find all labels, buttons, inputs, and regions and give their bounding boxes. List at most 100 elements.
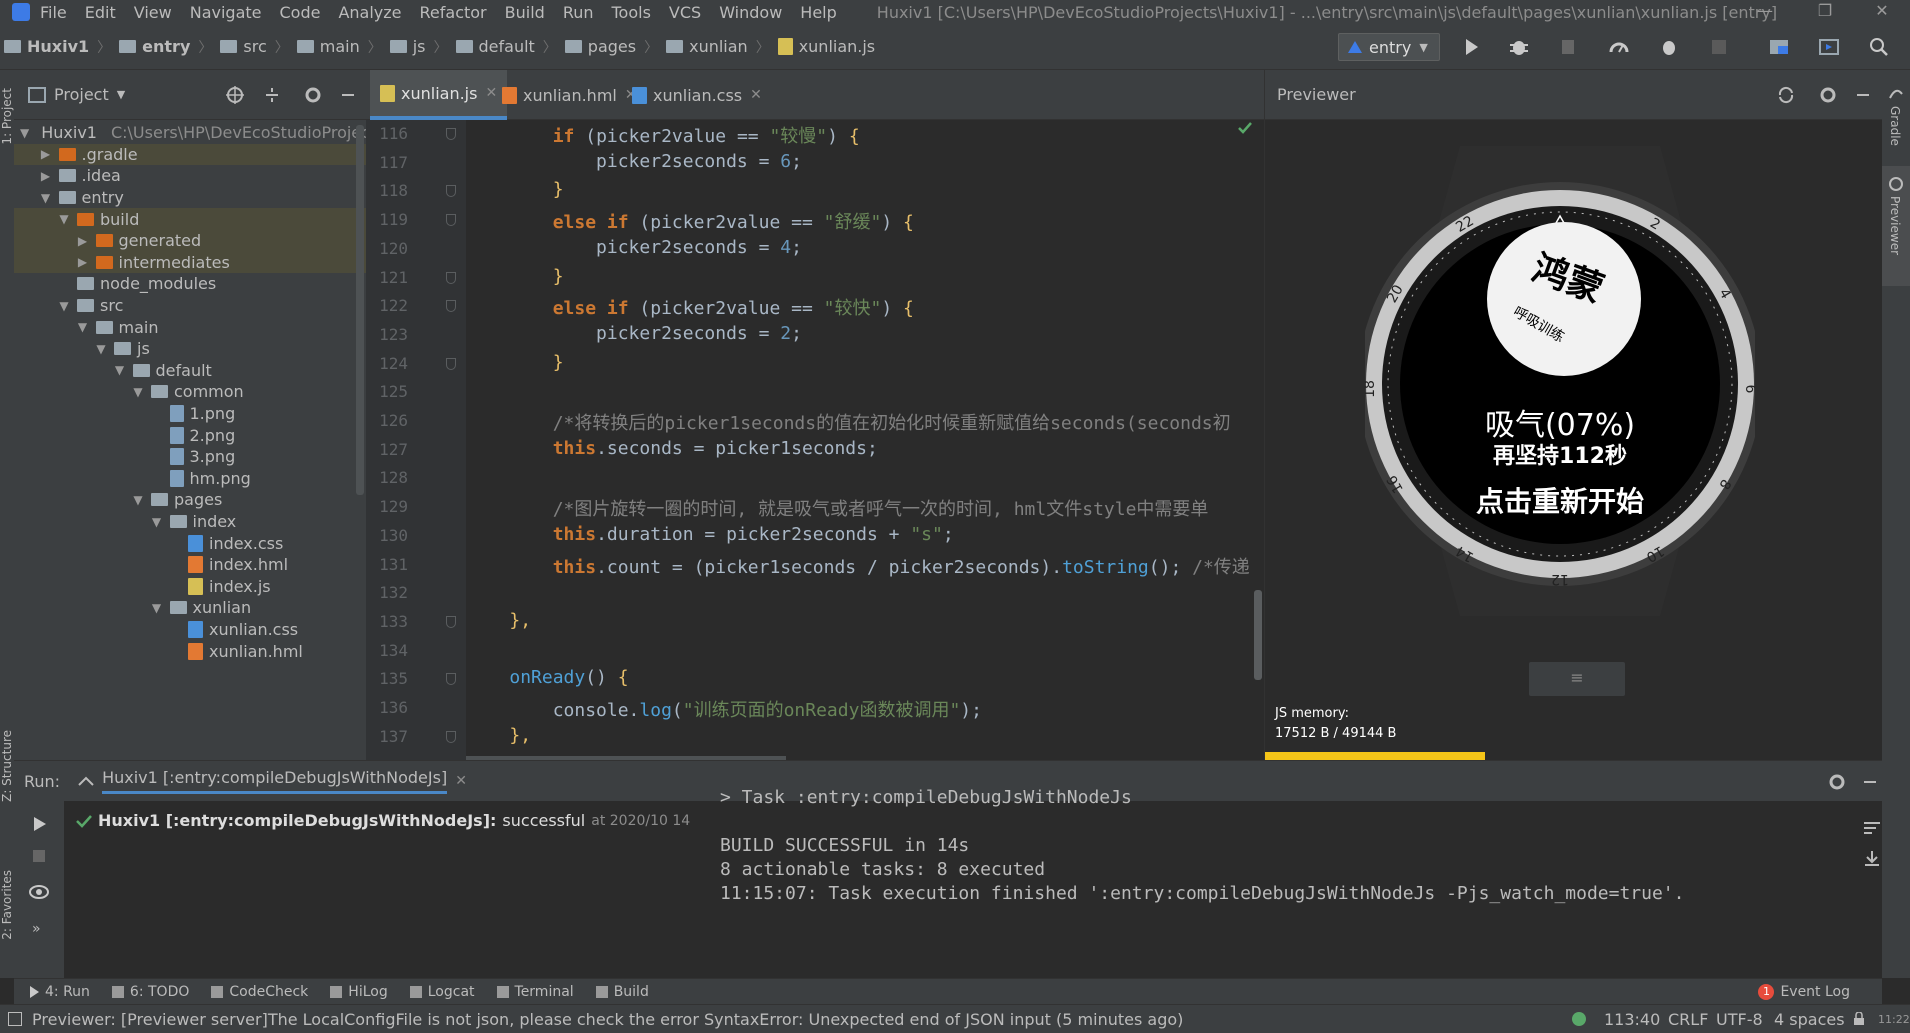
tree-item[interactable]: ▼ js <box>14 338 366 360</box>
previewer-tool-tab[interactable]: Previewer <box>1888 196 1902 255</box>
tree-item[interactable]: index.js <box>14 576 366 598</box>
minimize-button[interactable]: — <box>1745 0 1785 24</box>
code-editor[interactable]: if (picker2value == "较慢") { picker2secon… <box>466 120 1264 760</box>
menu-file[interactable]: File <box>40 3 67 22</box>
expanded-arrow-icon[interactable]: ▼ <box>20 126 29 140</box>
tree-item[interactable]: ▶ .gradle <box>14 143 366 166</box>
fold-marker-icon[interactable] <box>446 615 456 628</box>
tree-item[interactable]: node_modules <box>14 273 366 295</box>
task-row[interactable]: Huxiv1 [:entry:compileDebugJsWithNodeJs]… <box>76 811 758 830</box>
chevron-down-icon[interactable]: ▼ <box>117 88 125 101</box>
breadcrumb-item[interactable]: xunlian.js <box>777 37 875 56</box>
stop-icon[interactable] <box>1708 36 1730 58</box>
tree-item[interactable]: ▶ generated <box>14 230 366 252</box>
menu-tools[interactable]: Tools <box>612 3 651 22</box>
close-tab-icon[interactable]: ✕ <box>455 773 467 789</box>
run-icon[interactable] <box>1460 36 1482 58</box>
expanded-arrow-icon[interactable]: ▼ <box>113 363 127 377</box>
tree-item[interactable]: ▶ intermediates <box>14 251 366 274</box>
collapsed-arrow-icon[interactable]: ▶ <box>76 255 90 269</box>
editor-vertical-scrollbar[interactable] <box>1254 590 1262 680</box>
tree-item[interactable]: ▼ pages <box>14 489 366 511</box>
expanded-arrow-icon[interactable]: ▼ <box>131 493 145 507</box>
expanded-arrow-icon[interactable]: ▼ <box>76 320 90 334</box>
tool-tab-build[interactable]: Build <box>595 984 649 1000</box>
expanded-arrow-icon[interactable]: ▼ <box>57 299 71 313</box>
tree-item[interactable]: 2.png <box>14 424 366 446</box>
menu-refactor[interactable]: Refactor <box>420 3 487 22</box>
breadcrumb-item[interactable]: xunlian <box>666 37 748 56</box>
collapsed-arrow-icon[interactable]: ▶ <box>39 169 53 183</box>
tool-tab-hilog[interactable]: HiLog <box>330 984 388 1000</box>
lock-icon[interactable] <box>1852 1012 1866 1026</box>
gear-icon[interactable] <box>1819 86 1837 104</box>
tree-item[interactable]: hm.png <box>14 468 366 490</box>
tree-item[interactable]: ▼ common <box>14 381 366 403</box>
device-manager-icon[interactable] <box>1818 36 1840 58</box>
close-window-button[interactable]: ✕ <box>1862 0 1902 24</box>
run-tab[interactable]: Huxiv1 [:entry:compileDebugJsWithNodeJs] <box>102 768 448 794</box>
collapsed-arrow-icon[interactable]: ▶ <box>39 147 53 161</box>
console-output[interactable]: > Task :entry:compileDebugJsWithNodeJs BU… <box>694 787 1854 979</box>
gear-icon[interactable] <box>304 86 322 104</box>
apply-changes-icon[interactable] <box>1658 36 1680 58</box>
menu-analyze[interactable]: Analyze <box>338 3 401 22</box>
attach-debugger-icon[interactable] <box>1558 36 1580 58</box>
tree-item[interactable]: ▼ default <box>14 360 366 382</box>
collapsed-arrow-icon[interactable]: ▶ <box>76 234 90 248</box>
fold-marker-icon[interactable] <box>446 271 456 284</box>
soft-wrap-icon[interactable] <box>1862 819 1882 837</box>
tree-scrollbar[interactable] <box>356 125 364 495</box>
run-config-select[interactable]: entry ▼ <box>1338 33 1440 61</box>
expanded-arrow-icon[interactable]: ▼ <box>39 191 53 205</box>
structure-tool-tab[interactable]: Z: Structure <box>0 730 14 802</box>
breadcrumb-item[interactable]: src <box>220 37 267 56</box>
project-panel-title[interactable]: Project <box>54 85 109 104</box>
menu-vcs[interactable]: VCS <box>669 3 701 22</box>
locate-file-icon[interactable] <box>226 86 244 104</box>
rerun-icon[interactable] <box>30 815 48 833</box>
refresh-icon[interactable] <box>1777 86 1795 104</box>
tree-item[interactable]: ▼ xunlian <box>14 597 366 619</box>
gradle-icon[interactable] <box>1888 86 1904 102</box>
menu-navigate[interactable]: Navigate <box>190 3 262 22</box>
tool-tab-todo[interactable]: 6: TODO <box>111 984 189 1000</box>
menu-window[interactable]: Window <box>719 3 782 22</box>
fold-marker-icon[interactable] <box>446 673 456 686</box>
expanded-arrow-icon[interactable]: ▼ <box>150 601 164 615</box>
tree-item[interactable]: ▶ .idea <box>14 165 366 187</box>
expanded-arrow-icon[interactable]: ▼ <box>57 212 71 226</box>
tree-item[interactable]: ▼ src <box>14 295 366 317</box>
breadcrumb-item[interactable]: default <box>455 37 535 56</box>
eye-icon[interactable] <box>28 883 50 901</box>
tree-item[interactable]: ▼ entry <box>14 187 366 209</box>
status-message[interactable]: Previewer: [Previewer server]The LocalCo… <box>32 1010 1183 1029</box>
menu-edit[interactable]: Edit <box>85 3 116 22</box>
expanded-arrow-icon[interactable]: ▼ <box>94 342 108 356</box>
menu-run[interactable]: Run <box>563 3 594 22</box>
breadcrumb-item[interactable]: entry <box>119 37 190 56</box>
expanded-arrow-icon[interactable]: ▼ <box>150 515 164 529</box>
menu-code[interactable]: Code <box>280 3 321 22</box>
expanded-arrow-icon[interactable]: ▼ <box>131 385 145 399</box>
close-tab-icon[interactable]: ✕ <box>750 87 762 103</box>
fold-marker-icon[interactable] <box>446 128 456 140</box>
tool-tab-logcat[interactable]: Logcat <box>409 984 475 1000</box>
tool-tab-terminal[interactable]: Terminal <box>496 984 574 1000</box>
gradle-tool-tab[interactable]: Gradle <box>1888 106 1902 146</box>
tab-xunlian-js[interactable]: xunlian.js ✕ <box>370 70 508 120</box>
indent-setting[interactable]: 4 spaces <box>1774 1010 1845 1029</box>
fold-marker-icon[interactable] <box>446 357 456 370</box>
stop-icon[interactable] <box>30 847 48 865</box>
project-structure-icon[interactable] <box>1768 36 1790 58</box>
hide-panel-icon[interactable] <box>1862 773 1878 791</box>
maximize-button[interactable]: ❐ <box>1805 0 1845 24</box>
globe-icon[interactable] <box>1888 176 1904 192</box>
file-encoding[interactable]: UTF-8 <box>1716 1010 1763 1029</box>
tree-item[interactable]: index.css <box>14 532 366 554</box>
tree-item[interactable]: index.hml <box>14 554 366 576</box>
tree-item[interactable]: ▼ index <box>14 511 366 533</box>
profiler-icon[interactable] <box>1608 36 1630 58</box>
breadcrumb-item[interactable]: Huxiv1 <box>4 37 89 56</box>
gear-icon[interactable] <box>1828 773 1846 791</box>
